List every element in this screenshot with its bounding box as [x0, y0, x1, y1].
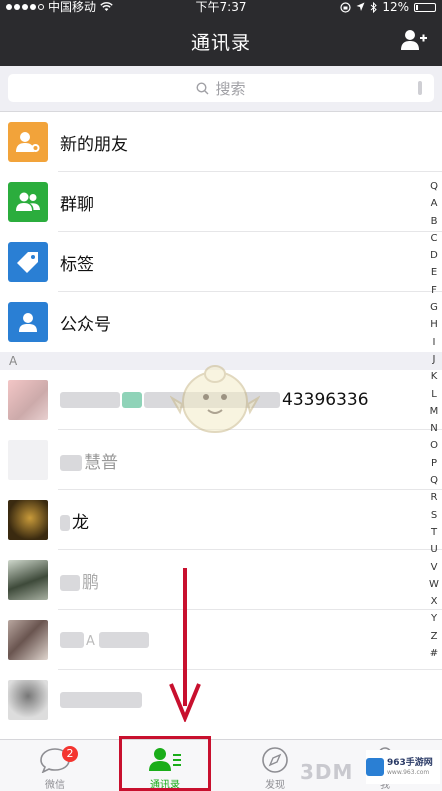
index-letter[interactable]: B — [428, 213, 440, 230]
avatar — [8, 620, 48, 660]
tab-chats[interactable]: 2 微信 — [0, 740, 110, 791]
contact-row[interactable] — [0, 670, 442, 730]
site-logo-icon — [366, 758, 384, 776]
new-friends-item[interactable]: 新的朋友 — [0, 112, 442, 172]
contact-name — [60, 690, 144, 710]
avatar — [8, 500, 48, 540]
index-letter[interactable]: F — [428, 282, 440, 299]
index-letter[interactable]: N — [428, 420, 440, 437]
contact-name: A — [60, 630, 151, 650]
contact-name-visible: A — [86, 634, 95, 649]
group-chat-icon — [8, 182, 48, 222]
voice-search-icon[interactable] — [418, 81, 422, 95]
index-letter[interactable]: O — [428, 437, 440, 454]
redacted-text — [60, 632, 84, 648]
brand-watermark: 3DM — [300, 760, 354, 784]
official-accounts-label: 公众号 — [60, 314, 111, 335]
search-icon — [196, 81, 209, 94]
contact-row[interactable]: A — [0, 610, 442, 670]
index-letter[interactable]: # — [428, 645, 440, 662]
index-letter[interactable]: H — [428, 316, 440, 333]
top-bar: 中国移动 下午7:37 12% 通讯录 — [0, 0, 442, 66]
contact-name: 龙 — [60, 508, 89, 533]
redacted-text — [60, 454, 82, 471]
redacted-text — [60, 692, 142, 708]
index-letter[interactable]: R — [428, 489, 440, 506]
contact-name: 鹏 — [60, 568, 99, 593]
search-input[interactable]: 搜索 — [8, 74, 434, 102]
location-icon — [356, 2, 365, 11]
index-letter[interactable]: W — [428, 576, 440, 593]
index-letter[interactable]: Q — [428, 472, 440, 489]
index-letter[interactable]: C — [428, 230, 440, 247]
battery-percent: 12% — [382, 0, 409, 14]
contact-name-visible: 43396336 — [282, 390, 369, 410]
index-letter[interactable]: P — [428, 455, 440, 472]
status-right: 12% — [340, 0, 436, 14]
unread-badge: 2 — [62, 746, 78, 762]
redacted-text — [60, 574, 80, 591]
alphabet-index[interactable]: Q A B C D E F G H I J K L M N O P Q R S T U V W X Y Z # — [428, 178, 440, 662]
index-letter[interactable]: D — [428, 247, 440, 264]
status-bar: 中国移动 下午7:37 12% — [0, 0, 442, 16]
index-letter[interactable]: K — [428, 368, 440, 385]
index-letter[interactable]: G — [428, 299, 440, 316]
index-letter[interactable]: Z — [428, 628, 440, 645]
contact-name-visible: 慧普 — [84, 452, 118, 473]
official-accounts-item[interactable]: 公众号 — [0, 292, 442, 352]
avatar — [8, 440, 48, 480]
contact-row[interactable]: 龙 — [0, 490, 442, 550]
index-letter[interactable]: E — [428, 264, 440, 281]
search-placeholder: 搜索 — [215, 79, 246, 98]
tag-icon — [8, 242, 48, 282]
page-title: 通讯录 — [190, 32, 251, 54]
tab-chats-label: 微信 — [45, 780, 65, 791]
discover-icon — [262, 747, 288, 773]
site-watermark: 963手游网 www.963.com — [366, 750, 440, 784]
index-letter[interactable]: S — [428, 507, 440, 524]
contact-name: 慧普 — [60, 448, 118, 473]
contact-name-visible: 龙 — [72, 512, 89, 533]
avatar — [8, 380, 48, 420]
index-letter[interactable]: V — [428, 559, 440, 576]
index-letter[interactable]: A — [428, 195, 440, 212]
official-account-icon — [8, 302, 48, 342]
index-letter[interactable]: U — [428, 541, 440, 558]
site-url: www.963.com — [387, 769, 430, 776]
redacted-text — [122, 392, 142, 408]
contact-row[interactable]: 鹏 — [0, 550, 442, 610]
index-letter[interactable]: X — [428, 593, 440, 610]
orientation-lock-icon — [340, 1, 351, 13]
contact-name-visible: 鹏 — [82, 572, 99, 593]
avatar — [8, 560, 48, 600]
red-arrow-annotation — [169, 568, 201, 722]
battery-icon — [414, 2, 436, 12]
new-friend-icon — [8, 122, 48, 162]
app-window: 中国移动 下午7:37 12% 通讯录 搜索 新的朋友 群聊 标签 公众号 A … — [0, 0, 442, 791]
index-letter[interactable]: J — [428, 351, 440, 368]
index-letter[interactable]: M — [428, 403, 440, 420]
avatar — [8, 680, 48, 720]
add-contact-icon[interactable] — [400, 28, 428, 52]
highlight-box-annotation — [119, 736, 211, 791]
redacted-text — [98, 632, 149, 648]
tags-label: 标签 — [60, 254, 94, 275]
group-chats-label: 群聊 — [60, 194, 94, 215]
site-name: 963手游网 — [387, 758, 433, 768]
mascot-watermark — [170, 365, 260, 433]
index-letter[interactable]: Q — [428, 178, 440, 195]
index-letter[interactable]: T — [428, 524, 440, 541]
search-bar: 搜索 — [0, 66, 442, 112]
redacted-text — [60, 392, 120, 408]
index-letter[interactable]: L — [428, 386, 440, 403]
bluetooth-icon — [370, 1, 378, 13]
tags-item[interactable]: 标签 — [0, 232, 442, 292]
index-letter[interactable]: Y — [428, 610, 440, 627]
index-letter[interactable]: I — [428, 334, 440, 351]
group-chats-item[interactable]: 群聊 — [0, 172, 442, 232]
new-friends-label: 新的朋友 — [60, 134, 128, 155]
battery-fill — [416, 4, 418, 10]
redacted-text — [60, 514, 70, 531]
